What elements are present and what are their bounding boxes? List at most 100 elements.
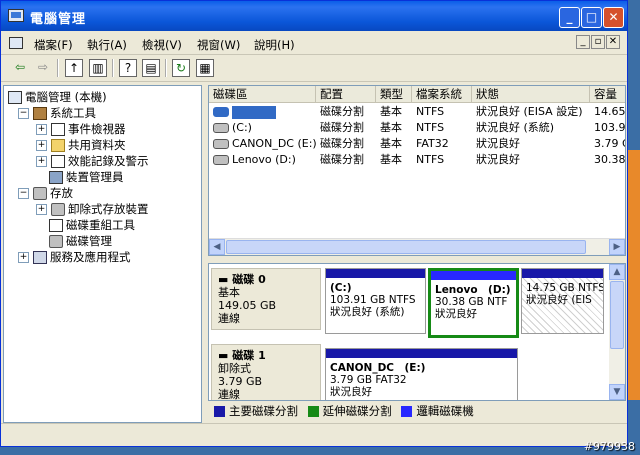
tree-item-label: 存放 <box>50 186 73 200</box>
mdi-restore-button[interactable]: ▫ <box>591 35 605 49</box>
volume-icon <box>213 155 229 165</box>
toolbar: ⇦ ⇨ ↑ ▥ ? ▤ ↻ ▦ <box>1 55 627 82</box>
computer-icon <box>8 91 22 104</box>
disk-graphical-view: ▬ 磁碟 0 基本 149.05 GB 連線 (C:) 103.91 GB NTF… <box>208 263 626 401</box>
legend-primary: 主要磁碟分割 <box>229 404 298 418</box>
column-header-layout[interactable]: 配置 <box>316 86 376 103</box>
tree-item-device-manager[interactable]: 裝置管理員 <box>49 169 124 185</box>
tree-item-perf-logs[interactable]: + 效能記錄及警示 <box>36 153 149 169</box>
capacity-cell: 103.91 <box>594 121 626 134</box>
status-bar <box>1 423 627 446</box>
tree-item-disk-management[interactable]: 磁碟管理 <box>49 233 112 249</box>
disk-1-header[interactable]: ▬ 磁碟 1 卸除式 3.79 GB 連線 <box>211 344 321 400</box>
back-arrow-icon[interactable]: ⇦ <box>11 59 29 77</box>
column-header-capacity[interactable]: 容量 <box>590 86 625 103</box>
layout-cell: 磁碟分割 <box>320 137 364 150</box>
volume-name: (C:) <box>232 121 252 134</box>
menu-window[interactable]: 視窗(W) <box>197 37 240 53</box>
refresh-icon[interactable]: ↻ <box>172 59 190 77</box>
expand-icon[interactable]: + <box>36 156 47 167</box>
volume-name: CANON_DC (E:) <box>232 137 316 150</box>
column-header-filesystem[interactable]: 檔案系統 <box>412 86 472 103</box>
partition-e[interactable]: CANON_DC (E:) 3.79 GB FAT32 狀況良好 <box>325 348 518 400</box>
partition-d[interactable]: Lenovo (D:) 30.38 GB NTF 狀況良好 <box>428 268 519 338</box>
partition-c[interactable]: (C:) 103.91 GB NTFS 狀況良好 (系統) <box>325 268 426 334</box>
help-icon[interactable]: ? <box>119 59 137 77</box>
filesystem-cell: FAT32 <box>416 137 449 150</box>
tree-item-system-tools[interactable]: − 系統工具 <box>18 105 96 121</box>
logical-drive-bar <box>431 271 516 280</box>
tree-item-root[interactable]: 電腦管理 (本機) <box>8 89 107 105</box>
disk-management-icon <box>49 235 63 248</box>
legend-logical: 邏輯磁碟機 <box>416 404 474 418</box>
scroll-thumb[interactable] <box>226 240 586 254</box>
tree-item-label: 電腦管理 (本機) <box>25 90 107 104</box>
mdi-close-button[interactable]: ✕ <box>606 35 620 49</box>
menu-action[interactable]: 執行(A) <box>87 37 127 53</box>
tree-item-event-viewer[interactable]: + 事件檢視器 <box>36 121 126 137</box>
expand-icon[interactable]: + <box>36 204 47 215</box>
tree-item-shared-folders[interactable]: + 共用資料夾 <box>36 137 126 153</box>
window-title: 電腦管理 <box>30 12 87 27</box>
tree-item-label: 共用資料夾 <box>68 138 126 152</box>
collapse-icon[interactable]: − <box>18 188 29 199</box>
type-cell: 基本 <box>380 137 402 150</box>
tree-item-defrag[interactable]: 磁碟重組工具 <box>49 217 135 233</box>
forward-arrow-icon[interactable]: ⇨ <box>34 59 52 77</box>
layout-cell: 磁碟分割 <box>320 121 364 134</box>
partition-label: (C:) <box>330 282 352 294</box>
show-tree-icon[interactable]: ▥ <box>89 59 107 77</box>
up-folder-icon[interactable]: ↑ <box>65 59 83 77</box>
expand-icon[interactable]: + <box>36 140 47 151</box>
partition-legend: 主要磁碟分割 延伸磁碟分割 邏輯磁碟機 <box>208 403 626 421</box>
expand-icon[interactable]: + <box>36 124 47 135</box>
scroll-left-icon[interactable]: ◀ <box>209 239 225 255</box>
tree-item-storage[interactable]: − 存放 <box>18 185 73 201</box>
scroll-up-icon[interactable]: ▲ <box>609 264 625 280</box>
toolbox-icon <box>33 107 47 120</box>
column-header-type[interactable]: 類型 <box>376 86 412 103</box>
horizontal-scrollbar[interactable]: ◀ ▶ <box>209 238 625 255</box>
partition-eisa[interactable]: 14.75 GB NTFS 狀況良好 (EIS <box>521 268 604 334</box>
menu-file[interactable]: 檔案(F) <box>34 37 73 53</box>
capacity-cell: 3.79 G <box>594 137 625 150</box>
type-cell: 基本 <box>380 121 402 134</box>
close-button[interactable]: ✕ <box>603 7 624 28</box>
properties-icon[interactable]: ▤ <box>142 59 160 77</box>
partition-status: 狀況良好 <box>330 386 372 398</box>
filesystem-cell: NTFS <box>416 153 445 166</box>
scroll-thumb[interactable] <box>610 281 624 349</box>
export-list-icon[interactable]: ▦ <box>196 59 214 77</box>
capacity-cell: 14.65 <box>594 105 626 118</box>
scroll-right-icon[interactable]: ▶ <box>609 239 625 255</box>
performance-icon <box>51 155 65 168</box>
expand-icon[interactable]: + <box>18 252 29 263</box>
maximize-button[interactable]: □ <box>581 7 602 28</box>
vertical-scrollbar[interactable]: ▲ ▼ <box>609 264 625 400</box>
primary-partition-swatch <box>214 406 225 417</box>
tree-item-label: 磁碟重組工具 <box>66 218 135 232</box>
menu-help[interactable]: 說明(H) <box>254 37 295 53</box>
partition-status: 狀況良好 (EIS <box>526 294 592 306</box>
scroll-down-icon[interactable]: ▼ <box>609 384 625 400</box>
tree-item-removable-storage[interactable]: + 卸除式存放裝置 <box>36 201 149 217</box>
title-bar[interactable]: 電腦管理 _ □ ✕ <box>1 1 627 31</box>
layout-cell: 磁碟分割 <box>320 105 364 118</box>
column-header-volume[interactable]: 磁碟區 <box>209 86 316 103</box>
toolbar-separator <box>165 59 167 77</box>
menu-view[interactable]: 檢視(V) <box>142 37 182 53</box>
disk-0-header[interactable]: ▬ 磁碟 0 基本 149.05 GB 連線 <box>211 268 321 330</box>
column-header-status[interactable]: 狀態 <box>472 86 590 103</box>
mdi-minimize-button[interactable]: _ <box>576 35 590 49</box>
minimize-button[interactable]: _ <box>559 7 580 28</box>
tree-item-label: 效能記錄及警示 <box>68 154 149 168</box>
logical-drive-swatch <box>401 406 413 417</box>
tree-item-label: 裝置管理員 <box>66 170 124 184</box>
defrag-icon <box>49 219 63 232</box>
collapse-icon[interactable]: − <box>18 108 29 119</box>
volume-icon <box>213 107 229 117</box>
toolbar-separator <box>57 59 59 77</box>
tree-item-services[interactable]: + 服務及應用程式 <box>18 249 131 265</box>
type-cell: 基本 <box>380 153 402 166</box>
disk-kind: 卸除式 <box>218 362 251 375</box>
